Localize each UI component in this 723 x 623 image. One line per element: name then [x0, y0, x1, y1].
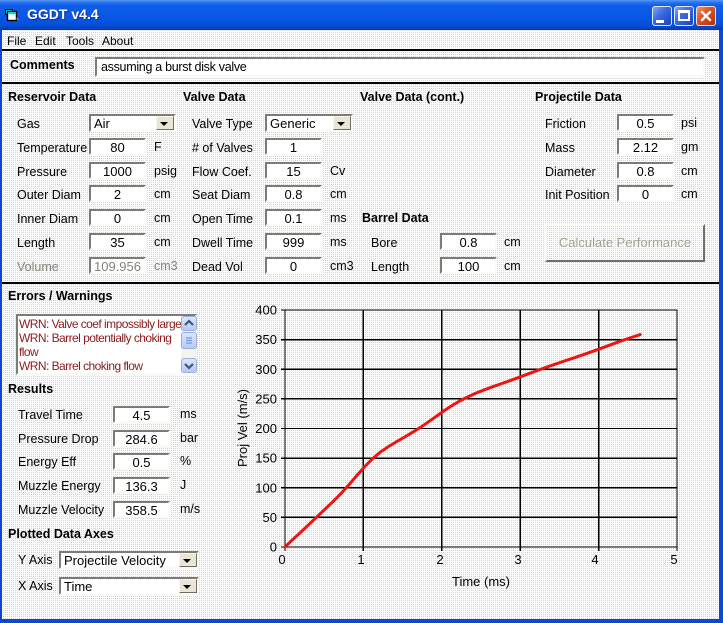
svg-text:400: 400 [255, 303, 277, 318]
svg-text:3: 3 [514, 552, 521, 567]
svg-text:Proj Vel (m/s): Proj Vel (m/s) [235, 389, 250, 467]
svg-text:5: 5 [670, 552, 677, 567]
svg-text:100: 100 [255, 480, 277, 495]
svg-text:50: 50 [263, 510, 277, 525]
svg-text:250: 250 [255, 391, 277, 406]
svg-text:300: 300 [255, 362, 277, 377]
svg-text:4: 4 [591, 552, 598, 567]
svg-text:0: 0 [278, 552, 285, 567]
svg-text:350: 350 [255, 332, 277, 347]
svg-text:0: 0 [270, 540, 277, 555]
svg-text:Time (ms): Time (ms) [452, 574, 510, 589]
svg-text:150: 150 [255, 451, 277, 466]
svg-text:200: 200 [255, 421, 277, 436]
svg-text:2: 2 [436, 552, 443, 567]
svg-text:1: 1 [357, 552, 364, 567]
